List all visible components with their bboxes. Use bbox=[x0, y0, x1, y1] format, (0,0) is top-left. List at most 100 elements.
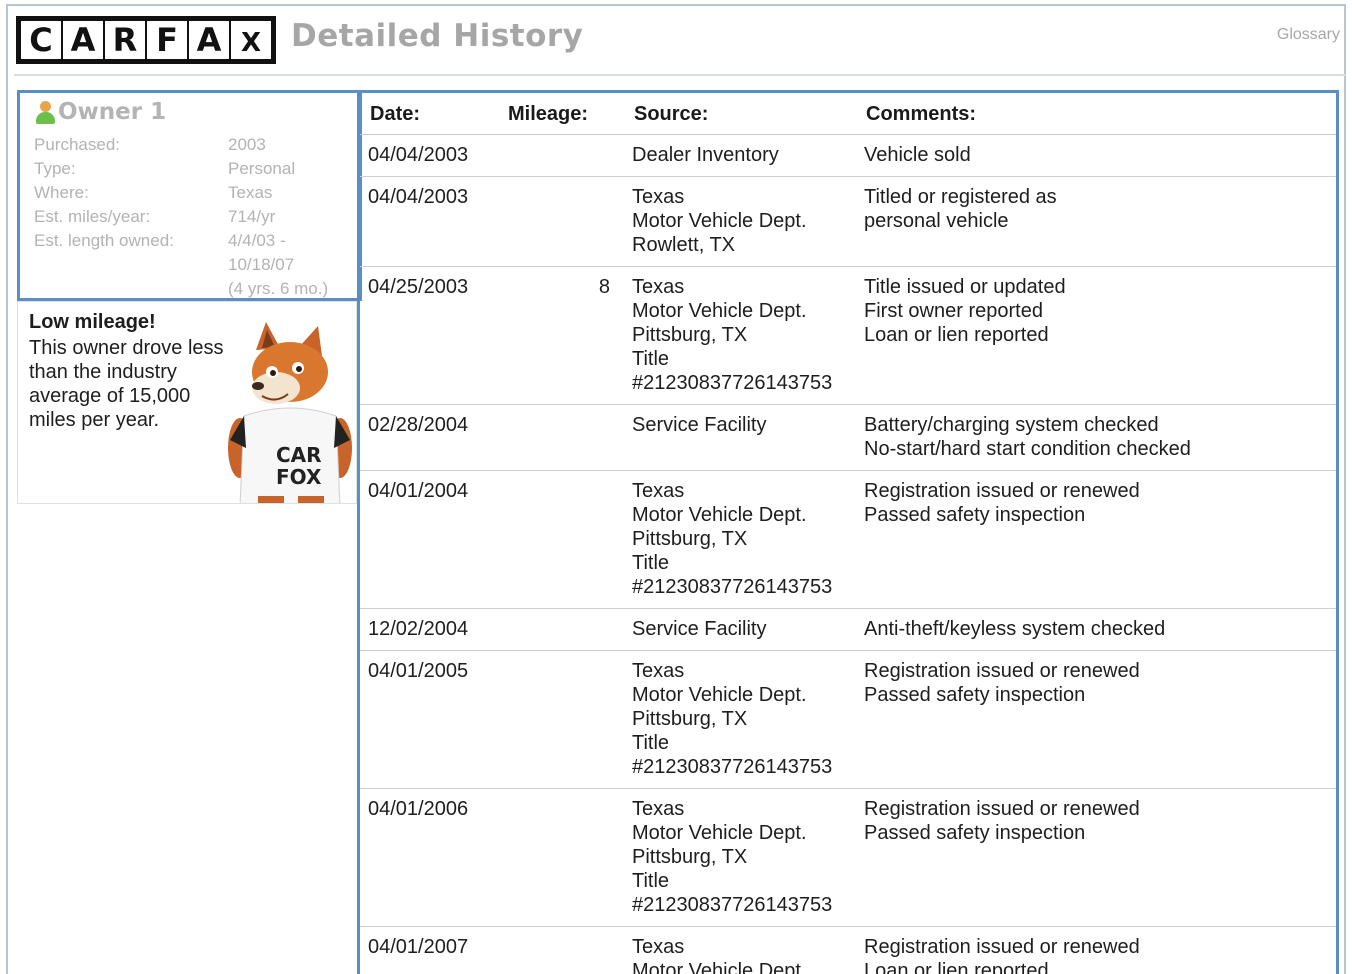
record-comments: Vehicle sold bbox=[864, 143, 1334, 167]
record-comments: Title issued or updated First owner repor… bbox=[864, 275, 1334, 347]
history-record-row: 04/01/2006 Texas Motor Vehicle Dept. Pittsb… bbox=[360, 789, 1336, 927]
record-source: Dealer Inventory bbox=[632, 143, 857, 167]
detail-value: 2003 bbox=[228, 135, 266, 154]
record-date: 04/01/2006 bbox=[368, 798, 469, 820]
record-source-line: Texas bbox=[632, 936, 685, 958]
record-mileage: 8 bbox=[598, 276, 610, 298]
detail-row: (4 yrs. 6 mo.) bbox=[34, 277, 354, 301]
record-source-line: Texas bbox=[632, 480, 685, 502]
column-header-source: Source: bbox=[634, 103, 709, 125]
record-date: 04/04/2003 bbox=[368, 144, 469, 166]
record-date: 12/02/2004 bbox=[368, 618, 469, 640]
detail-value: (4 yrs. 6 mo.) bbox=[228, 279, 329, 298]
record-comment-line: Vehicle sold bbox=[864, 144, 971, 166]
page-title: Detailed History bbox=[291, 18, 584, 54]
detail-row: Where: Texas bbox=[34, 181, 354, 205]
record-source-line: Pittsburg, TX bbox=[632, 846, 748, 868]
record-comments: Anti-theft/keyless system checked bbox=[864, 617, 1334, 641]
record-source: TexasMotor Vehicle Dept.Pittsburg, TX bbox=[632, 935, 857, 974]
record-source: Texas Motor Vehicle Dept. Rowlett, TX bbox=[632, 185, 857, 257]
record-source-line: Pittsburg, TX bbox=[632, 708, 748, 730]
record-source-line: Title bbox=[632, 348, 670, 370]
record-source-line: #21230837726143753 bbox=[632, 756, 833, 778]
record-comment-line: Titled or registered as bbox=[864, 186, 1057, 208]
carfax-logo[interactable]: C A R F A X bbox=[16, 16, 276, 64]
owner-title: Owner 1 bbox=[58, 99, 167, 125]
record-comments: Registration issued or renewed Passed saf… bbox=[864, 479, 1334, 527]
record-date: 04/01/2004 bbox=[368, 480, 469, 502]
table-header: Date: Mileage: Source: Comments: bbox=[360, 93, 1336, 135]
record-source-line: Texas bbox=[632, 186, 685, 208]
record-comments: Registration issued or renewed Passed saf… bbox=[864, 659, 1334, 707]
logo-letter: A bbox=[63, 21, 103, 59]
record-source: Service Facility bbox=[632, 413, 857, 437]
detail-value: Personal bbox=[228, 159, 296, 178]
record-source: Texas Motor Vehicle Dept. Pittsburg, TX Tit… bbox=[632, 659, 857, 779]
history-record-row: 12/02/2004 Service Facility Anti-theft/key… bbox=[360, 609, 1336, 651]
record-source-line: Texas bbox=[632, 660, 685, 682]
detail-value: 4/4/03 - bbox=[228, 231, 286, 250]
column-header-date: Date: bbox=[370, 103, 421, 125]
history-record-row: 04/01/2005 Texas Motor Vehicle Dept. Pittsb… bbox=[360, 651, 1336, 789]
record-date: 04/01/2007 bbox=[368, 936, 469, 958]
record-comment-line: Anti-theft/keyless system checked bbox=[864, 618, 1166, 640]
record-source-line: Title bbox=[632, 552, 670, 574]
record-comments: Registration issued or renewed Passed saf… bbox=[864, 797, 1334, 845]
record-source-line: Motor Vehicle Dept. bbox=[632, 684, 807, 706]
detail-label: Est. length owned: bbox=[34, 231, 174, 250]
record-source-line: Motor Vehicle Dept. bbox=[632, 300, 807, 322]
record-source-line: #21230837726143753 bbox=[632, 372, 833, 394]
record-comment-line: Passed safety inspection bbox=[864, 504, 1086, 526]
detail-row: Type: Personal bbox=[34, 157, 354, 181]
history-record-row: 04/04/2003 Texas Motor Vehicle Dept. Rowlet… bbox=[360, 177, 1336, 267]
report-header: C A R F A X Detailed History Glossary bbox=[16, 14, 1346, 66]
record-comment-line: Loan or lien reported bbox=[864, 960, 1049, 974]
record-source-line: Motor Vehicle Dept. bbox=[632, 822, 807, 844]
record-source-line: Motor Vehicle Dept. bbox=[632, 210, 807, 232]
logo-letter: X bbox=[231, 21, 271, 59]
record-comment-line: Loan or lien reported bbox=[864, 324, 1049, 346]
detail-row: Est. length owned: 4/4/03 - bbox=[34, 229, 354, 253]
record-source: Texas Motor Vehicle Dept. Pittsburg, TX Tit… bbox=[632, 797, 857, 917]
record-comments: Registration issued or renewed Loan or li… bbox=[864, 935, 1334, 974]
record-source-line: #21230837726143753 bbox=[632, 894, 833, 916]
fox-mascot-illustration: CAR FOX bbox=[228, 322, 352, 503]
logo-letter: R bbox=[105, 21, 145, 59]
record-date: 04/25/2003 bbox=[368, 276, 469, 298]
record-comment-line: Passed safety inspection bbox=[864, 822, 1086, 844]
owner-summary-panel: Owner 1 Purchased: 2003 Type: Personal W… bbox=[17, 90, 362, 301]
low-mileage-card: Low mileage! This owner drove less than … bbox=[17, 301, 357, 504]
record-source-line: Title bbox=[632, 732, 670, 754]
record-source-line: #21230837726143753 bbox=[632, 576, 833, 598]
record-comment-line: Battery/charging system checked bbox=[864, 414, 1159, 436]
detail-label: Where: bbox=[34, 183, 89, 202]
column-header-mileage: Mileage: bbox=[508, 103, 589, 125]
record-source: Texas Motor Vehicle Dept. Pittsburg, TX Tit… bbox=[632, 275, 857, 395]
history-record-row: 04/25/2003 8 Texas Motor Vehicle Dept. Pitts… bbox=[360, 267, 1336, 405]
record-source-line: Motor Vehicle Dept. bbox=[632, 960, 807, 974]
record-source-line: Rowlett, TX bbox=[632, 234, 735, 256]
detail-value: Texas bbox=[228, 183, 273, 202]
person-icon bbox=[34, 100, 56, 124]
glossary-link[interactable]: Glossary bbox=[1277, 26, 1340, 44]
record-date: 04/01/2005 bbox=[368, 660, 469, 682]
detail-row: Purchased: 2003 bbox=[34, 133, 354, 157]
record-comment-line: personal vehicle bbox=[864, 210, 1009, 232]
detail-label: Est. miles/year: bbox=[34, 207, 151, 226]
record-source-line: Dealer Inventory bbox=[632, 144, 779, 166]
header-divider bbox=[14, 74, 1346, 76]
detail-value: 714/yr bbox=[228, 207, 276, 226]
detail-value: 10/18/07 bbox=[228, 255, 295, 274]
record-comment-line: Registration issued or renewed bbox=[864, 480, 1140, 502]
detail-row: Est. miles/year: 714/yr bbox=[34, 205, 354, 229]
record-comment-line: First owner reported bbox=[864, 300, 1043, 322]
mascot-shirt-text: CAR bbox=[276, 443, 322, 467]
record-source: Texas Motor Vehicle Dept. Pittsburg, TX Tit… bbox=[632, 479, 857, 599]
detail-label bbox=[34, 253, 228, 277]
record-source-line: Service Facility bbox=[632, 414, 767, 436]
record-date: 02/28/2004 bbox=[368, 414, 469, 436]
record-source-line: Pittsburg, TX bbox=[632, 528, 748, 550]
record-comment-line: No-start/hard start condition checked bbox=[864, 438, 1191, 460]
record-comment-line: Title issued or updated bbox=[864, 276, 1066, 298]
record-source-line: Service Facility bbox=[632, 618, 767, 640]
